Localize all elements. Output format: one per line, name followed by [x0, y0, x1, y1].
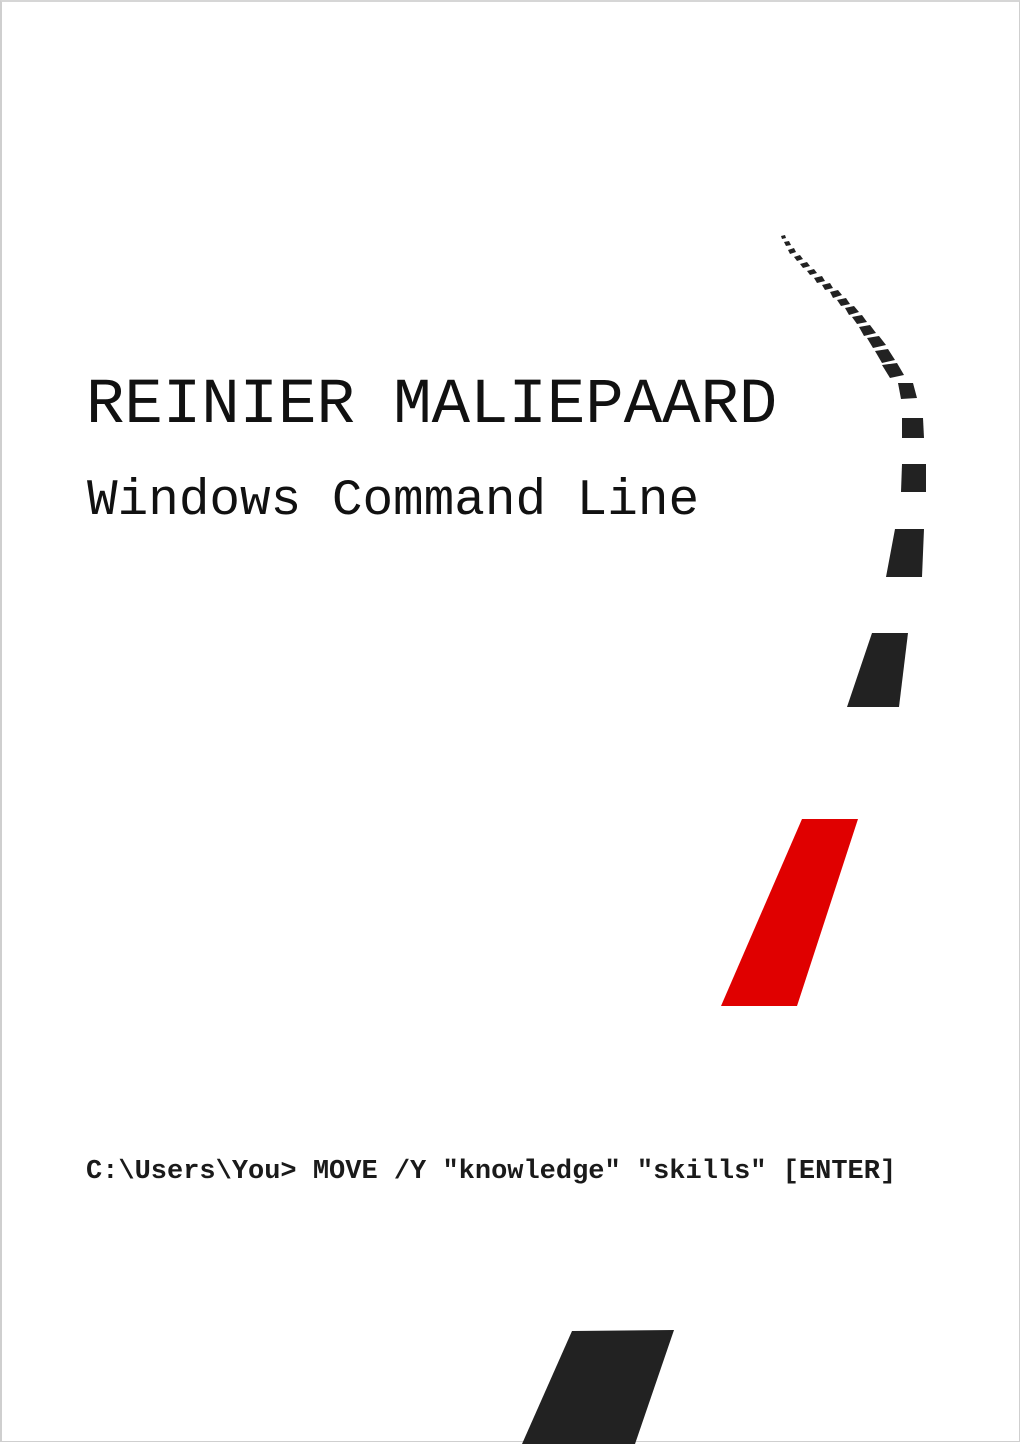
book-title: Windows Command Line: [87, 473, 700, 530]
road-dash-4: [794, 255, 803, 261]
road-dash-8: [822, 283, 833, 290]
road-dash-17: [898, 383, 917, 399]
road-dash-15: [875, 349, 895, 363]
cover-page: REINIER MALIEPAARD Windows Command Line …: [0, 0, 1020, 1444]
road-dash-12: [852, 315, 867, 324]
road-dash-bottom: [522, 1330, 674, 1444]
road-dash-9: [830, 290, 842, 298]
road-dash-10: [837, 298, 850, 306]
road-dash-20: [886, 529, 924, 577]
road-dash-18: [902, 418, 924, 438]
road-dash-16: [882, 363, 904, 378]
author-name: REINIER MALIEPAARD: [86, 370, 778, 442]
road-dash-19: [901, 464, 926, 492]
road-illustration: [522, 235, 926, 1444]
road-dash-6: [807, 269, 817, 275]
road-dash-7: [814, 276, 825, 283]
road-dash-13: [859, 325, 876, 336]
road-dash-1: [781, 235, 786, 239]
command-line-text: C:\Users\You> MOVE /Y "knowledge" "skill…: [86, 1157, 897, 1187]
road-dash-5: [800, 262, 810, 268]
road-dash-highlight-red: [721, 819, 858, 1006]
road-dash-14: [867, 336, 886, 348]
road-dash-11: [845, 306, 859, 315]
road-dash-3: [788, 248, 796, 254]
road-dash-21: [847, 633, 908, 707]
road-dash-2: [784, 241, 791, 246]
